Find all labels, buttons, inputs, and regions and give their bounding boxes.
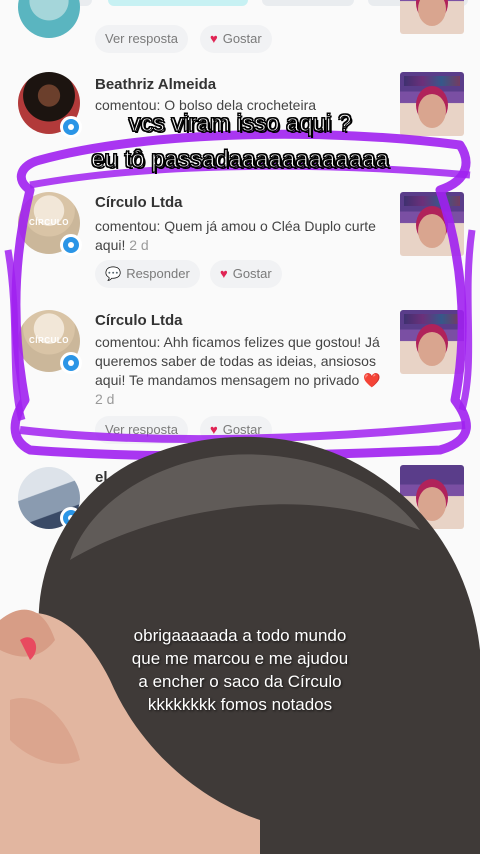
comment-time: 2 d bbox=[95, 391, 115, 407]
post-thumbnail[interactable] bbox=[400, 815, 464, 854]
heart-icon: ♥ bbox=[210, 31, 218, 46]
see-reply-label: Ver resposta bbox=[105, 422, 178, 437]
thumbnail-banner bbox=[404, 76, 460, 86]
heart-icon: ♥ bbox=[210, 422, 218, 437]
avatar[interactable] bbox=[18, 0, 80, 38]
comment-time: 2 d bbox=[129, 237, 149, 253]
see-reply-button[interactable]: Ver resposta bbox=[95, 25, 188, 53]
comments-screen: Ver resposta ♥ Gostar Beathriz Almeida co… bbox=[0, 0, 480, 854]
post-thumbnail[interactable] bbox=[400, 0, 464, 34]
comment-body: comentou: Ahh ficamos felizes que gostou… bbox=[95, 334, 380, 388]
overlay-caption-line: a encher o saco da Círculo bbox=[138, 672, 342, 691]
see-reply-button[interactable]: Ver resposta bbox=[95, 416, 188, 444]
red-heart-emoji-icon: ❤️ bbox=[363, 372, 381, 388]
post-thumbnail[interactable] bbox=[400, 192, 464, 256]
thumbnail-face bbox=[418, 722, 446, 756]
reply-button[interactable]: 💬 Responder bbox=[95, 260, 200, 288]
overlay-caption-line: que me marcou e me ajudou bbox=[131, 649, 349, 668]
overlay-caption: obrigaaaaada a todo mundo que me marcou … bbox=[60, 624, 420, 716]
comment-text: comentou: Quem já amou o Cléa Duplo curt… bbox=[95, 217, 385, 255]
see-reply-label: Ver resposta bbox=[105, 31, 178, 46]
commenter-name[interactable]: el bbox=[95, 469, 108, 486]
thumbnail-face bbox=[418, 332, 446, 366]
circulo-logo-text: CÍRCULO bbox=[29, 336, 69, 345]
thumbnail-face bbox=[418, 487, 446, 521]
heart-icon: ♥ bbox=[220, 266, 228, 281]
verified-badge-icon bbox=[60, 507, 82, 529]
commenter-name[interactable]: Beathriz Almeida bbox=[95, 76, 216, 93]
speech-bubble-icon: 💬 bbox=[105, 266, 122, 281]
post-thumbnail[interactable] bbox=[400, 310, 464, 374]
top-caption-line1: vcs viram isso aqui ? bbox=[128, 110, 352, 138]
thumbnail-face bbox=[418, 0, 446, 26]
like-label: Gostar bbox=[222, 422, 262, 437]
thumbnail-banner bbox=[404, 196, 460, 206]
overlay-caption-line: kkkkkkkk fomos notados bbox=[147, 695, 333, 714]
thumbnail-banner bbox=[404, 314, 460, 324]
reply-label: Responder bbox=[126, 266, 190, 281]
top-caption-line2: eu tô passadaaaaaaaaaaaa bbox=[91, 146, 390, 174]
tab-pill-active[interactable] bbox=[108, 0, 248, 6]
like-label: Gostar bbox=[232, 266, 272, 281]
like-button[interactable]: ♥ Gostar bbox=[200, 416, 272, 444]
commenter-name[interactable]: Círculo Ltda bbox=[95, 312, 183, 329]
like-button[interactable]: ♥ Gostar bbox=[210, 260, 282, 288]
comment-text: comentou: Ahh ficamos felizes que gostou… bbox=[95, 333, 385, 409]
thumbnail-face bbox=[418, 214, 446, 248]
circulo-logo-text: CÍRCULO bbox=[29, 218, 69, 227]
verified-badge-icon bbox=[60, 352, 82, 374]
verified-badge-icon bbox=[60, 234, 82, 256]
overlay-caption-line: obrigaaaaada a todo mundo bbox=[133, 626, 347, 645]
tab-pill[interactable] bbox=[262, 0, 354, 6]
thumbnail-face bbox=[418, 837, 446, 854]
like-label: Gostar bbox=[222, 31, 262, 46]
commenter-name[interactable]: Círculo Ltda bbox=[95, 194, 183, 211]
post-thumbnail[interactable] bbox=[400, 465, 464, 529]
like-button[interactable]: ♥ Gostar bbox=[200, 25, 272, 53]
